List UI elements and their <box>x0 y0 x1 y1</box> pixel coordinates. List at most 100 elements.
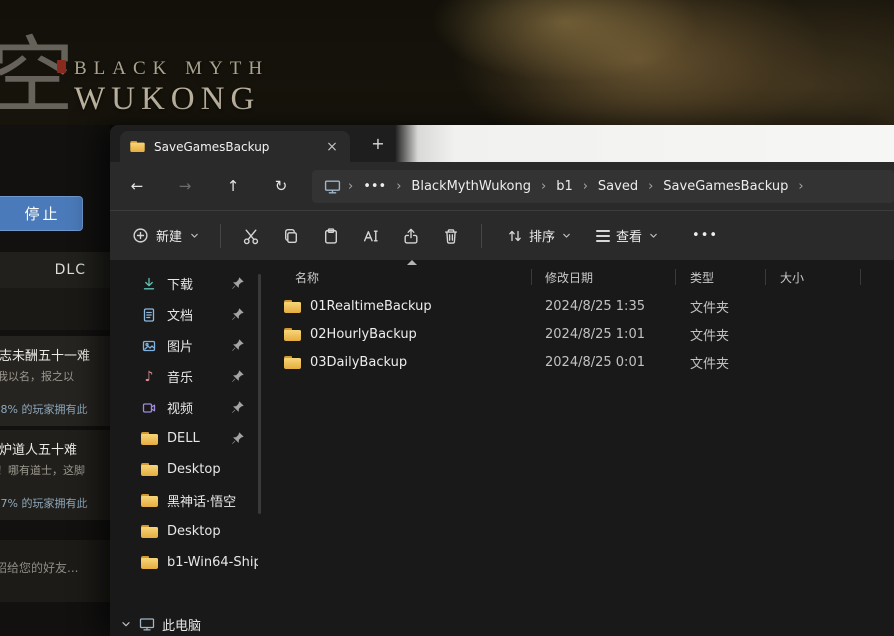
new-tab-button[interactable]: + <box>367 133 389 155</box>
copy-button[interactable] <box>271 219 311 253</box>
dlc-label: DLC <box>54 262 86 278</box>
folder-icon <box>284 355 301 369</box>
refresh-button[interactable]: ↻ <box>264 171 298 201</box>
sidebar-item-label: b1-Win64-Ship <box>167 555 258 570</box>
achievement-desc: 出！哪有道士，这脚 <box>0 464 85 477</box>
cut-button[interactable] <box>231 219 271 253</box>
chevron-down-icon <box>563 233 570 238</box>
sidebar-item-label: 黑神话·悟空 <box>167 495 237 510</box>
game-logo-line1: BLACK MYTH <box>74 58 270 79</box>
forward-button[interactable]: → <box>168 171 202 201</box>
toolbar-divider <box>481 223 483 248</box>
red-seal-icon <box>57 60 66 73</box>
dlc-tab[interactable]: DLC <box>0 252 110 288</box>
address-bar[interactable]: › ••• › BlackMythWukong › b1 › Saved › S… <box>312 169 894 203</box>
sidebar-item-label: DELL <box>167 431 200 446</box>
game-footer-text: 绍给您的好友... <box>0 561 79 575</box>
sidebar-item-label: Desktop <box>167 462 221 477</box>
column-label: 名称 <box>295 270 320 285</box>
achievement-card: 壮志未酬五十一难 报我以名，报之以 8.8% 的玩家拥有此 <box>0 336 110 426</box>
chevron-right-icon: › <box>540 178 547 194</box>
screen: 空 BLACK MYTH WUKONG 停止 DLC 壮志未酬五十一难 报我以名… <box>0 0 894 636</box>
folder-icon <box>284 299 301 313</box>
file-row-02hourlybackup[interactable]: 02HourlyBackup 2024/8/25 1:01 文件夹 <box>262 320 894 348</box>
file-type: 文件夹 <box>690 300 730 316</box>
new-button[interactable]: 新建 <box>122 219 210 252</box>
file-date: 2024/8/25 0:01 <box>545 354 645 370</box>
file-row-03dailybackup[interactable]: 03DailyBackup 2024/8/25 0:01 文件夹 <box>262 348 894 376</box>
game-logo-line2: WUKONG <box>74 81 261 117</box>
breadcrumb-item-saved[interactable]: Saved <box>591 175 645 198</box>
rename-button[interactable] <box>351 219 391 253</box>
chevron-down-icon <box>191 233 198 238</box>
up-button[interactable]: ↑ <box>216 171 250 201</box>
command-toolbar: 新建 排序 查看 ••• <box>110 210 894 260</box>
game-footer-band: 绍给您的好友... <box>0 540 110 602</box>
chevron-right-icon: › <box>798 178 804 194</box>
stop-button[interactable]: 停止 <box>0 196 83 231</box>
sidebar-item-label: 音乐 <box>167 371 194 386</box>
folder-icon <box>284 327 301 341</box>
chevron-down-icon <box>122 622 130 627</box>
column-header-size[interactable]: 大小 <box>766 262 861 292</box>
more-options-button[interactable]: ••• <box>688 219 722 253</box>
column-label: 类型 <box>690 270 715 285</box>
sidebar-item-black-myth-wukong[interactable]: 黑神话·悟空 <box>114 485 258 516</box>
chevron-right-icon: › <box>648 178 654 194</box>
sidebar-item-b1-win64-ship[interactable]: b1-Win64-Ship <box>114 547 258 578</box>
sidebar-item-desktop-2[interactable]: Desktop <box>114 516 258 547</box>
column-header-date-modified[interactable]: 修改日期 <box>532 262 676 292</box>
pictures-icon <box>140 337 158 355</box>
file-type: 文件夹 <box>690 328 730 344</box>
achievement-stat: 8.8% 的玩家拥有此 <box>0 403 88 416</box>
column-divider[interactable] <box>860 269 861 285</box>
sidebar-item-label: 此电脑 <box>162 618 202 634</box>
breadcrumb-item-b1[interactable]: b1 <box>549 175 580 198</box>
sort-button[interactable]: 排序 <box>498 219 581 252</box>
sidebar-item-pictures[interactable]: 图片 <box>114 330 258 361</box>
pin-icon <box>230 400 245 415</box>
chevron-right-icon: › <box>582 178 588 194</box>
videos-icon <box>140 399 158 417</box>
sidebar-item-downloads[interactable]: 下载 <box>114 268 258 299</box>
sort-icon <box>509 230 521 241</box>
document-icon <box>140 306 158 324</box>
sidebar-item-this-pc[interactable]: 此电脑 <box>116 608 256 636</box>
new-button-label: 新建 <box>156 230 183 245</box>
view-button[interactable]: 查看 <box>587 219 668 252</box>
folder-icon <box>130 140 145 153</box>
sidebar-item-label: 图片 <box>167 340 194 355</box>
chevron-right-icon: › <box>396 178 402 194</box>
column-header-name[interactable]: 名称 <box>262 262 532 292</box>
breadcrumb-item-blackmythwukong[interactable]: BlackMythWukong <box>404 175 538 198</box>
breadcrumb-item-savegamesbackup[interactable]: SaveGamesBackup <box>656 175 795 198</box>
file-date: 2024/8/25 1:01 <box>545 326 645 342</box>
column-label: 大小 <box>780 270 805 285</box>
sidebar-item-videos[interactable]: 视频 <box>114 392 258 423</box>
breadcrumb-overflow[interactable]: ••• <box>356 175 393 198</box>
sidebar-scrollbar[interactable] <box>258 274 261 514</box>
pin-icon <box>230 431 245 446</box>
back-button[interactable]: ← <box>120 171 154 201</box>
new-plus-icon <box>133 228 148 243</box>
tab-bar: SaveGamesBackup × + <box>110 125 894 162</box>
sidebar-item-documents[interactable]: 文档 <box>114 299 258 330</box>
share-button[interactable] <box>391 219 431 253</box>
achievement-stat: 3.7% 的玩家拥有此 <box>0 497 88 510</box>
address-bar-row: ← → ↑ ↻ › ••• › BlackMythWukong › b1 › S… <box>110 162 894 210</box>
paste-button[interactable] <box>311 219 351 253</box>
achievement-title: 壮志未酬五十一难 <box>0 349 91 364</box>
sidebar-item-music[interactable]: ♪ 音乐 <box>114 361 258 392</box>
view-button-label: 查看 <box>616 230 643 245</box>
delete-button[interactable] <box>431 219 471 253</box>
file-row-01realtimebackup[interactable]: 01RealtimeBackup 2024/8/25 1:35 文件夹 <box>262 292 894 320</box>
column-header-type[interactable]: 类型 <box>676 262 766 292</box>
close-tab-icon[interactable]: × <box>323 138 341 156</box>
sidebar-item-desktop[interactable]: Desktop <box>114 454 258 485</box>
achievement-title: 守炉道人五十难 <box>0 443 78 458</box>
file-name: 02HourlyBackup <box>310 326 417 342</box>
explorer-tab-savegamesbackup[interactable]: SaveGamesBackup × <box>120 131 350 162</box>
sidebar-item-dell[interactable]: DELL <box>114 423 258 454</box>
achievement-desc: 报我以名，报之以 <box>0 370 74 383</box>
sidebar-item-label: 下载 <box>167 278 194 293</box>
